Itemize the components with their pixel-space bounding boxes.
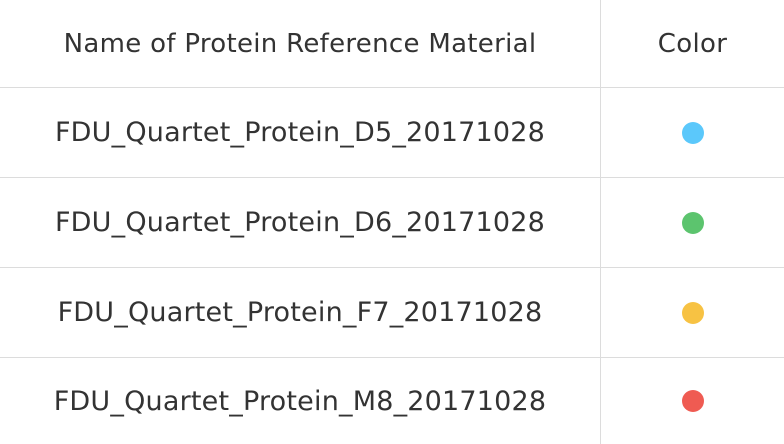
- yellow-dot-icon: [681, 301, 704, 324]
- color-cell: [601, 268, 784, 357]
- table-row: FDU_Quartet_Protein_D6_20171028: [0, 178, 784, 268]
- table-row: FDU_Quartet_Protein_M8_20171028: [0, 358, 784, 444]
- material-name-cell: FDU_Quartet_Protein_F7_20171028: [0, 268, 601, 357]
- table-row: FDU_Quartet_Protein_F7_20171028: [0, 268, 784, 358]
- column-header-color[interactable]: Color: [601, 0, 784, 87]
- red-dot-icon: [681, 390, 704, 412]
- reference-material-table: Name of Protein Reference Material Color…: [0, 0, 784, 444]
- color-cell: [601, 178, 784, 267]
- material-name-cell: FDU_Quartet_Protein_D6_20171028: [0, 178, 601, 267]
- color-cell: [601, 358, 784, 444]
- color-cell: [601, 88, 784, 177]
- green-dot-icon: [681, 211, 704, 234]
- material-name-cell: FDU_Quartet_Protein_M8_20171028: [0, 358, 601, 444]
- table-header-row: Name of Protein Reference Material Color: [0, 0, 784, 88]
- column-header-name[interactable]: Name of Protein Reference Material: [0, 0, 601, 87]
- material-name-cell: FDU_Quartet_Protein_D5_20171028: [0, 88, 601, 177]
- light-blue-dot-icon: [681, 121, 704, 144]
- table-row: FDU_Quartet_Protein_D5_20171028: [0, 88, 784, 178]
